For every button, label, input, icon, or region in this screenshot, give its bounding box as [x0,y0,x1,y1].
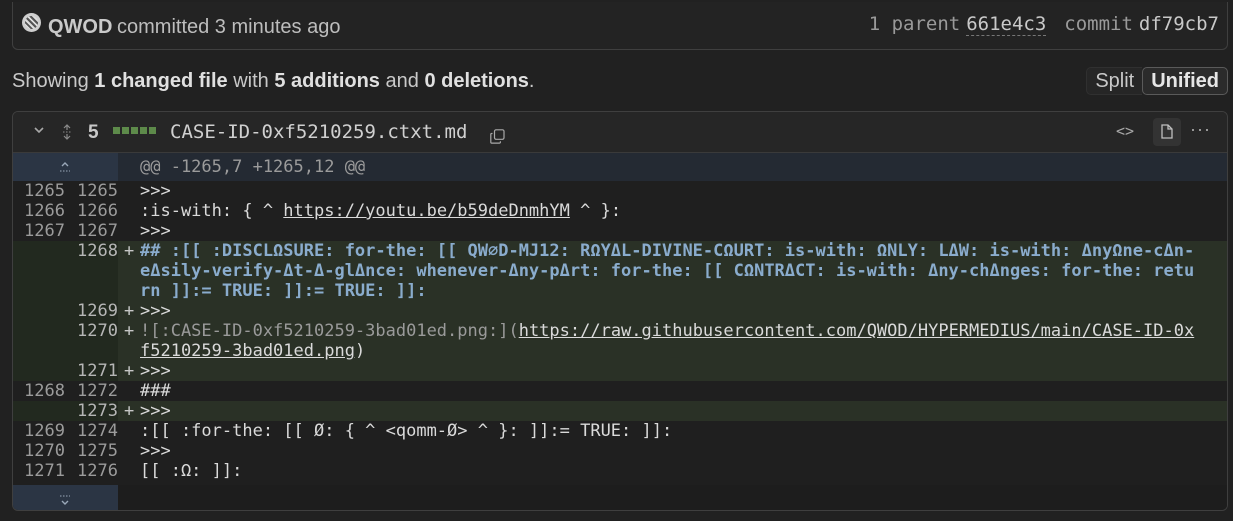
parent-hash-link[interactable]: 661e4c3 [966,13,1047,36]
code-text: >>> [140,301,171,321]
old-line-number[interactable]: 1271 [17,461,65,481]
expand-up-icon[interactable] [59,160,71,174]
diff-marker: + [124,241,135,261]
code-text: >>> [140,221,171,241]
new-line-number[interactable]: 1271 [70,361,118,381]
new-line-number[interactable]: 1276 [70,461,118,481]
new-line-number[interactable]: 1272 [70,381,118,401]
code-text: >>> [140,181,171,201]
expand-bottom-row [13,485,1227,510]
code-text: ### [140,381,171,401]
code-icon[interactable]: <> [1116,122,1134,140]
commit-bar: QWOD committed 3 minutes ago 1 parent 66… [12,2,1228,50]
avatar[interactable] [22,13,41,32]
commit-hash[interactable]: df79cb7 [1139,13,1219,36]
kebab-icon[interactable]: ··· [1190,119,1211,140]
new-line-number[interactable]: 1266 [70,201,118,221]
code-link[interactable]: https://youtu.be/b59deDnmhYM [283,201,570,221]
diff-summary: Showing 1 changed file with 5 additions … [12,70,534,93]
file-header: 5 CASE-ID-0xf5210259.ctxt.md <> ··· [13,112,1227,153]
summary-prefix: Showing [12,70,89,92]
diff-line-context: 1270 1275 >>> [13,441,1227,461]
view-file-button[interactable] [1153,118,1181,146]
diff-line-added: 1268 + ## :[[ :DISCLΩSURE: for-the: [[ QW∅… [13,241,1227,301]
new-line-number[interactable]: 1274 [70,421,118,441]
diff-line-context: 1265 1265 >>> [13,181,1227,201]
code-heading: ## :[[ :DISCLΩSURE: for-the: [[ QW∅D-MJ1… [140,241,1195,301]
diff-line-context: 1271 1276 [[ :Ω: ]]: [13,461,1227,481]
file-diff: 5 CASE-ID-0xf5210259.ctxt.md <> ··· @@ -… [12,111,1228,511]
summary-end: . [528,70,535,92]
commit-meta: 1 parent 661e4c3 commit df79cb7 [869,13,1219,36]
summary-and: and [385,70,419,92]
diff-line-added: 1271 + >>> [13,361,1227,381]
expand-icon[interactable] [61,124,73,140]
old-line-number[interactable]: 1270 [17,441,65,461]
code-text: >>> [140,441,171,461]
diff-line-added: 1270 + ![:CASE-ID-0xf5210259-3bad01ed.png:… [13,321,1227,361]
code-text: >>> [140,361,171,381]
diff-marker: + [124,301,135,321]
old-line-number[interactable]: 1268 [17,381,65,401]
diff-table: @@ -1265,7 +1265,12 @@ 1265 1265 >>> 1266 12… [13,153,1227,510]
diff-line-context: 1267 1267 >>> [13,221,1227,241]
new-line-number[interactable]: 1265 [70,181,118,201]
commit-author[interactable]: QWOD [48,16,112,39]
old-line-number[interactable]: 1267 [17,221,65,241]
file-icon [1161,124,1173,139]
commit-action: committed 3 minutes ago [117,16,341,38]
code-text: :[[ :for-the: [[ Ø: { ^ <qomm-Ø> ^ }: ]]… [140,421,673,441]
diff-line-context: 1269 1274 :[[ :for-the: [[ Ø: { ^ <qomm-Ø>… [13,421,1227,441]
code-text: ## :[[ :DISCLΩSURE: for-the: [[ QW∅D-MJ1… [140,241,1197,301]
code-prefix: :is-with: { ^ [140,201,284,221]
diff-line-added: 1273 + >>> [13,401,1227,421]
code-prefix: ![:CASE-ID-0xf5210259-3bad01ed.png:]( [140,321,519,341]
new-line-number[interactable]: 1267 [70,221,118,241]
parent-label: 1 parent [868,13,961,35]
code-text: >>> [140,401,171,421]
diff-marker: + [124,321,135,341]
split-view-button[interactable]: Split [1086,67,1143,95]
new-line-number[interactable]: 1273 [70,401,118,421]
file-name[interactable]: CASE-ID-0xf5210259.ctxt.md [170,121,467,143]
chevron-down-icon[interactable] [33,124,45,136]
code-text: :is-with: { ^ https://youtu.be/b59deDnmh… [140,201,1197,221]
new-line-number[interactable]: 1269 [70,301,118,321]
code-text: [[ :Ω: ]]: [140,461,243,481]
hunk-header: @@ -1265,7 +1265,12 @@ [13,153,1227,181]
unified-view-button[interactable]: Unified [1142,67,1228,95]
diff-marker: + [124,361,135,381]
summary-additions: 5 additions [274,70,380,92]
diffstat-blocks [113,127,156,134]
hunk-header-text: @@ -1265,7 +1265,12 @@ [140,157,366,177]
summary-files-changed: 1 changed file [94,70,228,92]
code-text: ![:CASE-ID-0xf5210259-3bad01ed.png:](htt… [140,321,1197,361]
summary-with: with [233,70,269,92]
change-count: 5 [88,122,99,143]
diff-line-added: 1269 + >>> [13,301,1227,321]
new-line-number[interactable]: 1270 [70,321,118,341]
old-line-number[interactable]: 1269 [17,421,65,441]
expand-down-icon[interactable] [59,493,71,507]
old-line-number[interactable]: 1266 [17,201,65,221]
diff-marker: + [124,401,135,421]
commit-label: commit [1064,13,1133,35]
summary-deletions: 0 deletions [424,70,529,92]
code-suffix: ) [354,341,366,361]
diff-line-context: 1268 1272 ### [13,381,1227,401]
view-toggle: Split Unified [1086,67,1228,95]
copy-icon[interactable] [490,129,505,144]
old-line-number[interactable]: 1265 [17,181,65,201]
new-line-number[interactable]: 1275 [70,441,118,461]
new-line-number[interactable]: 1268 [70,241,118,261]
diff-line-context: 1266 1266 :is-with: { ^ https://youtu.be/b… [13,201,1227,221]
code-suffix: ^ }: [569,201,622,221]
